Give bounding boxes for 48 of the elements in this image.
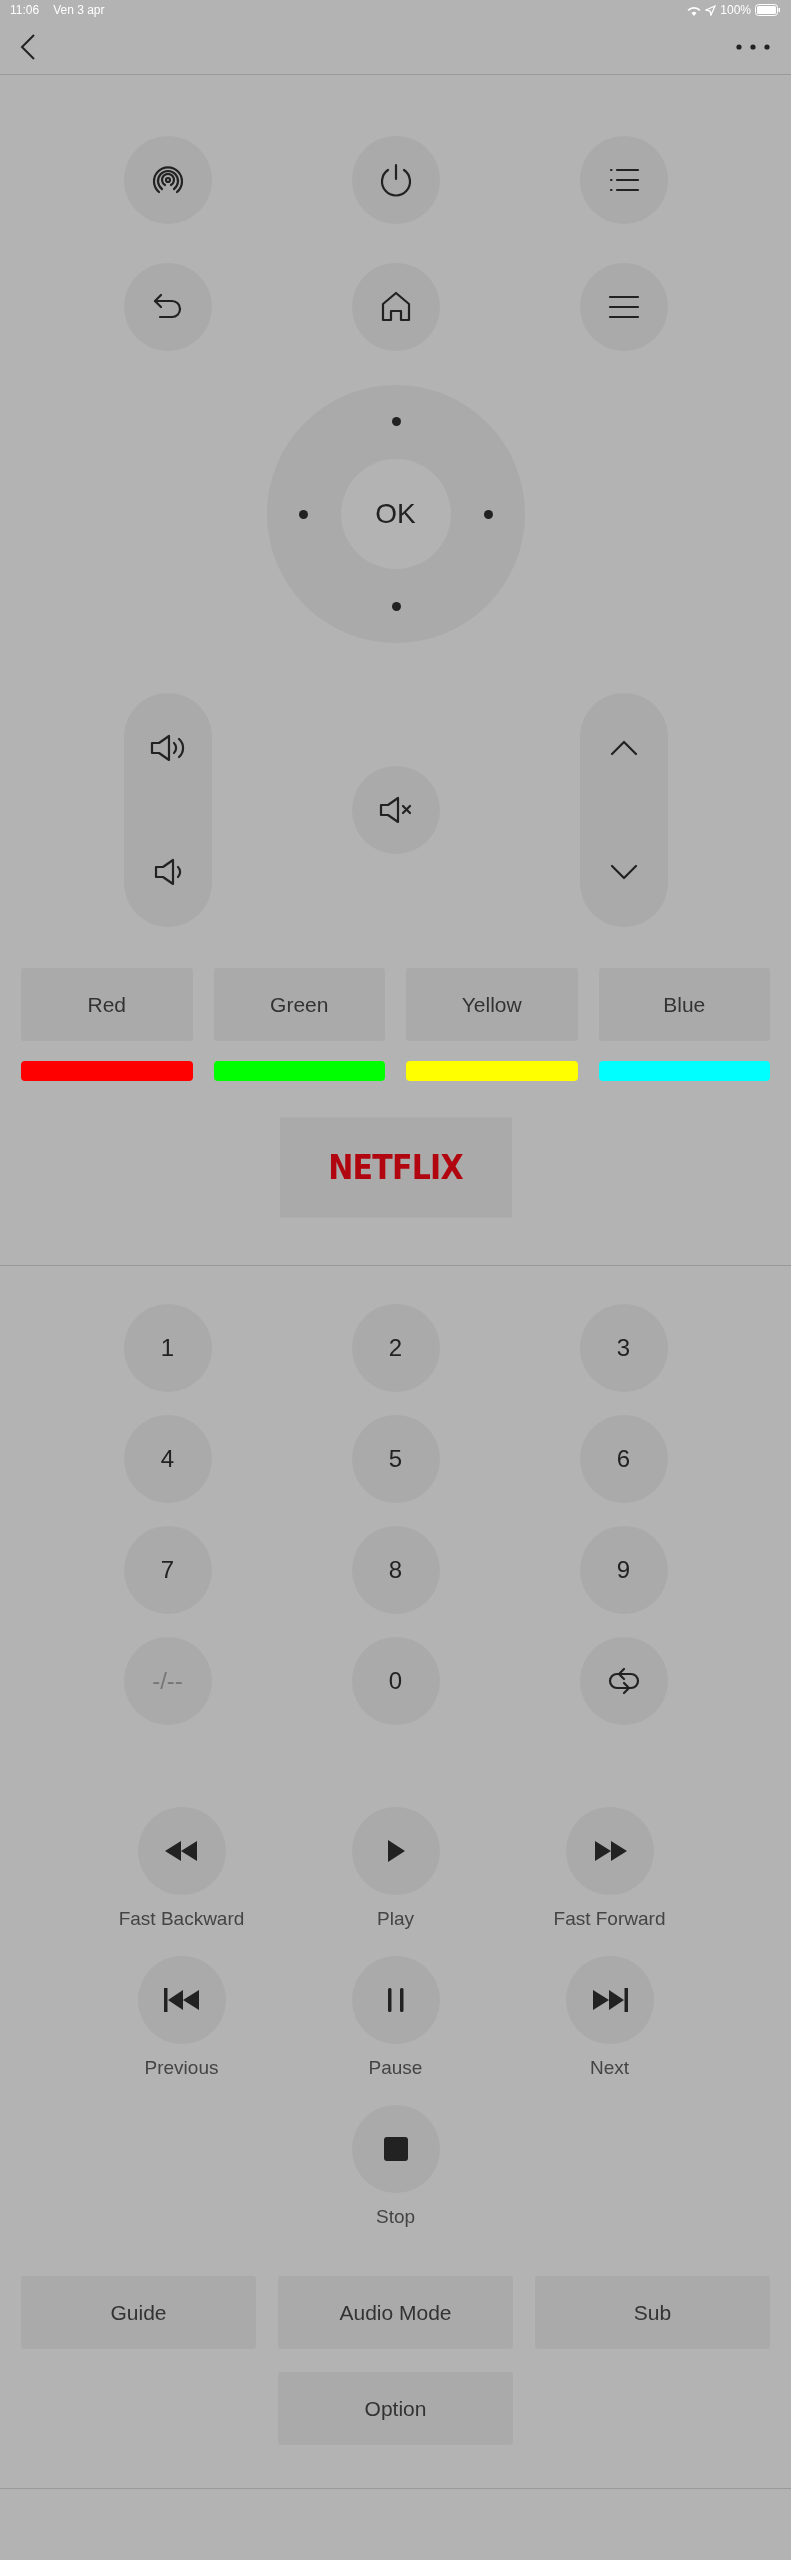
color-key-button[interactable]: Yellow [406,968,578,1041]
function-button[interactable]: Option [278,2372,513,2445]
wifi-icon [687,4,702,16]
battery-percentage: 100% [720,2,751,19]
mute-icon [377,795,414,825]
location-arrow-icon [705,4,717,16]
skip-forward-icon [590,1987,629,2013]
number-key[interactable]: 8 [351,1526,440,1614]
volume-down-icon [152,857,183,887]
color-key-button[interactable]: Green [213,968,385,1041]
number-key[interactable]: 0 [351,1637,440,1725]
media-label: Play [377,1907,414,1931]
more-icon [736,44,770,50]
play-icon [385,1839,406,1863]
chevron-up-icon [608,739,639,757]
number-key[interactable]: 6 [579,1415,668,1503]
back-chevron-icon [20,33,36,61]
stop-icon [383,2137,408,2161]
number-key[interactable]: 1 [123,1304,212,1392]
chevron-down-icon [608,863,639,881]
signal-icon [151,164,184,196]
color-key-button[interactable]: Red [21,968,193,1041]
status-time: 11:06 [10,2,40,19]
color-key-button[interactable]: Blue [598,968,770,1041]
media-label: Next [589,2056,630,2080]
list-icon [607,167,640,193]
function-button[interactable]: Guide [21,2276,256,2349]
number-key[interactable]: 9 [579,1526,668,1614]
ok-button[interactable]: OK [340,459,451,569]
number-key[interactable]: 5 [351,1415,440,1503]
number-key[interactable]: 2 [351,1304,440,1392]
menu-icon [607,294,640,320]
number-key[interactable]: 3 [579,1304,668,1392]
pause-icon [386,1987,405,2013]
function-button[interactable]: Audio Mode [278,2276,513,2349]
skip-back-icon [162,1987,201,2013]
battery-icon [755,4,781,16]
number-key[interactable]: 4 [123,1415,212,1503]
media-label: Fast Forward [553,1907,666,1931]
function-button[interactable]: Sub [535,2276,770,2349]
number-key[interactable]: 7 [123,1526,212,1614]
directional-pad[interactable]: OK [266,385,525,643]
media-label: Previous [144,2056,219,2080]
volume-up-icon [148,733,187,763]
media-label: Fast Backward [118,1907,245,1931]
media-label: Pause [368,2056,423,2080]
status-date: Ven 3 apr [53,2,105,19]
media-label: Stop [375,2205,416,2229]
